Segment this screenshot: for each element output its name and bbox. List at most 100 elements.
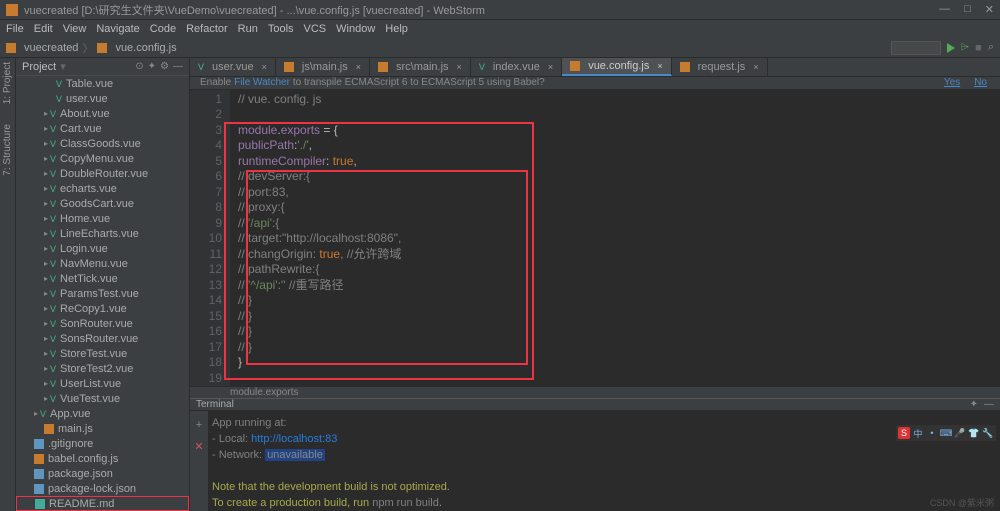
tree-item[interactable]: .gitignore — [16, 436, 189, 451]
vue-icon: V — [50, 319, 56, 329]
file-watcher-link[interactable]: File Watcher — [234, 77, 290, 88]
tab-close-icon[interactable]: × — [657, 61, 662, 71]
code-editor[interactable]: // vue. config. js module.exports = { pu… — [230, 90, 1000, 387]
minimize-button[interactable]: — — [939, 3, 950, 16]
terminal-output[interactable]: + ✕ App running at: - Local: http://loca… — [190, 411, 1000, 511]
ime-lang-icon[interactable]: 中 — [912, 427, 924, 439]
menu-edit[interactable]: Edit — [34, 23, 53, 35]
tree-item[interactable]: ▸VLogin.vue — [16, 241, 189, 256]
tab-close-icon[interactable]: × — [262, 62, 267, 72]
tree-item[interactable]: ▸Vecharts.vue — [16, 181, 189, 196]
tab-close-icon[interactable]: × — [753, 62, 758, 72]
tree-item[interactable]: README.md — [16, 496, 189, 511]
menu-run[interactable]: Run — [238, 23, 258, 35]
ime-tool-icon[interactable]: 🔧 — [982, 427, 994, 439]
editor-tab[interactable]: Vuser.vue× — [190, 58, 276, 76]
tool-tab-structure[interactable]: 7: Structure — [2, 124, 13, 176]
chevron-right-icon: ▸ — [44, 334, 48, 343]
ime-punct-icon[interactable]: • — [926, 427, 938, 439]
tree-label: .gitignore — [48, 438, 93, 450]
close-button[interactable]: ✕ — [985, 3, 994, 16]
menu-refactor[interactable]: Refactor — [186, 23, 228, 35]
tree-item[interactable]: ▸VAbout.vue — [16, 106, 189, 121]
tree-item[interactable]: ▸VSonRouter.vue — [16, 316, 189, 331]
notice-yes[interactable]: Yes — [944, 77, 960, 88]
tree-item[interactable]: ▸VVueTest.vue — [16, 391, 189, 406]
tree-item[interactable]: ▸VUserList.vue — [16, 376, 189, 391]
expand-icon[interactable]: ✦ — [148, 61, 156, 72]
menu-navigate[interactable]: Navigate — [96, 23, 139, 35]
tool-tab-project[interactable]: 1: Project — [2, 62, 13, 104]
stop-icon[interactable]: ■ — [975, 42, 982, 54]
menu-tools[interactable]: Tools — [268, 23, 294, 35]
tree-item[interactable]: package.json — [16, 466, 189, 481]
chevron-right-icon: ▸ — [44, 184, 48, 193]
tree-item[interactable]: package-lock.json — [16, 481, 189, 496]
network-status: unavailable — [265, 449, 325, 461]
tree-item[interactable]: VTable.vue — [16, 76, 189, 91]
debug-icon[interactable]: ⌲ — [961, 41, 970, 54]
tree-label: echarts.vue — [60, 183, 117, 195]
tree-item[interactable]: ▸VNavMenu.vue — [16, 256, 189, 271]
collapse-icon[interactable]: ⊙ — [135, 61, 143, 72]
maximize-button[interactable]: □ — [964, 3, 971, 16]
local-url[interactable]: http://localhost:83 — [251, 433, 337, 445]
vue-icon: V — [479, 62, 485, 72]
vue-icon: V — [50, 244, 56, 254]
terminal-add-icon[interactable]: + — [196, 417, 202, 433]
run-button-icon[interactable] — [947, 43, 955, 53]
editor-tab[interactable]: request.js× — [672, 58, 768, 76]
tree-item[interactable]: babel.config.js — [16, 451, 189, 466]
tab-close-icon[interactable]: × — [548, 62, 553, 72]
ime-keyboard-icon[interactable]: ⌨ — [940, 427, 952, 439]
editor-tab[interactable]: Vindex.vue× — [471, 58, 562, 76]
code-breadcrumb[interactable]: module.exports — [190, 386, 1000, 398]
terminal-close-icon[interactable]: ✕ — [194, 439, 203, 455]
tab-close-icon[interactable]: × — [356, 62, 361, 72]
term-running: App running at: — [212, 415, 1000, 431]
tree-item[interactable]: main.js — [16, 421, 189, 436]
ime-skin-icon[interactable]: 👕 — [968, 427, 980, 439]
chevron-right-icon: ▸ — [44, 319, 48, 328]
tree-item[interactable]: ▸VGoodsCart.vue — [16, 196, 189, 211]
menu-view[interactable]: View — [63, 23, 87, 35]
tree-item[interactable]: ▸VHome.vue — [16, 211, 189, 226]
tree-item[interactable]: ▸VStoreTest2.vue — [16, 361, 189, 376]
project-dropdown-icon[interactable]: ▾ — [60, 60, 66, 73]
menu-window[interactable]: Window — [336, 23, 375, 35]
breadcrumb-file[interactable]: vue.config.js — [97, 42, 176, 54]
tab-close-icon[interactable]: × — [457, 62, 462, 72]
terminal-hide-icon[interactable]: — — [984, 399, 994, 410]
tree-item[interactable]: ▸VApp.vue — [16, 406, 189, 421]
editor-tab[interactable]: src\main.js× — [370, 58, 471, 76]
tree-item[interactable]: ▸VParamsTest.vue — [16, 286, 189, 301]
hide-icon[interactable]: — — [173, 61, 183, 72]
tree-item[interactable]: ▸VSonsRouter.vue — [16, 331, 189, 346]
tree-item[interactable]: ▸VReCopy1.vue — [16, 301, 189, 316]
ime-mic-icon[interactable]: 🎤 — [954, 427, 966, 439]
tree-item[interactable]: Vuser.vue — [16, 91, 189, 106]
terminal-title[interactable]: Terminal — [196, 399, 234, 410]
ime-toolbar[interactable]: S 中 • ⌨ 🎤 👕 🔧 — [896, 425, 996, 441]
tree-item[interactable]: ▸VStoreTest.vue — [16, 346, 189, 361]
settings-icon[interactable]: ⚙ — [160, 61, 169, 72]
terminal-settings-icon[interactable]: ✦ — [970, 399, 978, 410]
editor-tab[interactable]: vue.config.js× — [562, 58, 671, 76]
tree-item[interactable]: ▸VDoubleRouter.vue — [16, 166, 189, 181]
run-config-select[interactable] — [891, 41, 941, 55]
editor-tab[interactable]: js\main.js× — [276, 58, 370, 76]
search-icon[interactable]: ⌕ — [988, 41, 994, 54]
menu-help[interactable]: Help — [385, 23, 408, 35]
menu-vcs[interactable]: VCS — [304, 23, 327, 35]
project-tree[interactable]: VTable.vueVuser.vue▸VAbout.vue▸VCart.vue… — [16, 76, 189, 511]
ime-logo-icon[interactable]: S — [898, 427, 910, 439]
breadcrumb-root[interactable]: vuecreated — [6, 42, 78, 54]
tree-item[interactable]: ▸VCopyMenu.vue — [16, 151, 189, 166]
notice-no[interactable]: No — [974, 77, 987, 88]
menu-file[interactable]: File — [6, 23, 24, 35]
tree-item[interactable]: ▸VCart.vue — [16, 121, 189, 136]
menu-code[interactable]: Code — [150, 23, 176, 35]
tree-item[interactable]: ▸VNetTick.vue — [16, 271, 189, 286]
tree-item[interactable]: ▸VLineEcharts.vue — [16, 226, 189, 241]
tree-item[interactable]: ▸VClassGoods.vue — [16, 136, 189, 151]
